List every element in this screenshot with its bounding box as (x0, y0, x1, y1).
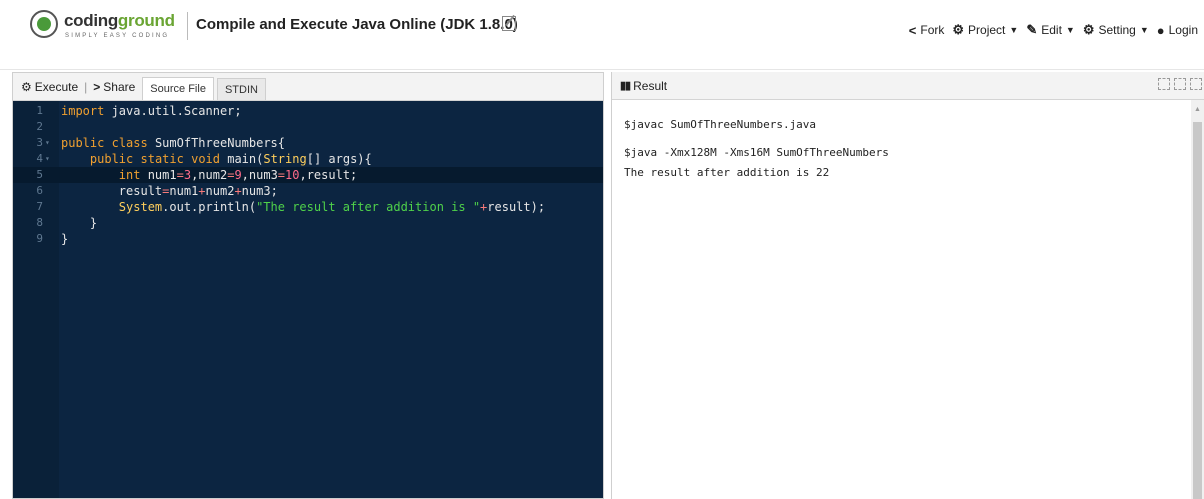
code-line[interactable]: 8 } (13, 215, 603, 231)
setting-menu-item[interactable]: ⚙ Setting ▼ (1083, 22, 1149, 38)
chevron-down-icon: ▼ (1139, 25, 1149, 35)
user-icon: ● (1156, 22, 1165, 38)
line-number: 9 (36, 232, 43, 245)
code-text: public class SumOfThreeNumbers{ (61, 136, 285, 150)
line-number: 4 (36, 152, 43, 165)
line-number: 5 (36, 168, 43, 181)
edit-icon: ✎ (1026, 22, 1038, 37)
code-text: } (61, 216, 98, 230)
execute-label: Execute (34, 80, 79, 94)
line-number: 3 (36, 136, 43, 149)
gear-icon: ⚙ (1082, 22, 1095, 37)
result-panel: ▮▮ Result $javac SumOfThreeNumbers.java … (611, 72, 1204, 499)
toolbar-separator: | (84, 80, 88, 94)
sitemap-icon: ⚙ (952, 22, 965, 37)
login-menu-item[interactable]: ● Login (1157, 23, 1198, 38)
result-output: $javac SumOfThreeNumbers.java $java -Xmx… (612, 100, 1192, 499)
logo-tagline: SIMPLY EASY CODING (65, 33, 170, 39)
bar-chart-icon: ▮▮ (620, 80, 631, 92)
result-title: Result (633, 78, 668, 93)
tab-stdin[interactable]: STDIN (216, 78, 266, 100)
scrollbar-thumb[interactable] (1193, 122, 1202, 499)
logo-wordmark: codingground (64, 11, 175, 30)
gears-icon: ⚙ (21, 80, 32, 94)
header-divider (187, 12, 188, 40)
result-header: ▮▮ Result (612, 72, 1204, 100)
fold-arrow-icon[interactable]: ▾ (45, 135, 50, 151)
panel-controls (1158, 78, 1202, 90)
maximize-icon[interactable] (1190, 78, 1202, 90)
fork-icon: < (908, 22, 917, 38)
code-line[interactable]: 2 (13, 119, 603, 135)
code-text: public static void main(String[] args){ (89, 152, 372, 166)
scroll-up-icon[interactable]: ▲ (1194, 106, 1201, 113)
line-number: 8 (36, 216, 43, 229)
tab-source-file[interactable]: Source File (142, 77, 214, 100)
line-number: 6 (36, 184, 43, 197)
code-text: int num1=3,num2=9,num3=10,result; (118, 168, 358, 182)
share-icon: > (93, 80, 101, 94)
code-text: result=num1+num2+num3; (61, 184, 278, 198)
line-number: 7 (36, 200, 43, 213)
chevron-down-icon: ▼ (1009, 25, 1019, 35)
code-text: } (61, 232, 69, 246)
project-label: Project (968, 23, 1006, 37)
code-line-active[interactable]: 5 int num1=3,num2=9,num3=10,result; (13, 167, 603, 183)
restore-icon[interactable] (1174, 78, 1186, 90)
output-line: The result after addition is 22 (624, 166, 830, 179)
login-label: Login (1168, 23, 1198, 37)
code-line[interactable]: 3 ▾ public class SumOfThreeNumbers{ (13, 135, 603, 151)
codingground-logo[interactable]: codingground SIMPLY EASY CODING (30, 10, 180, 46)
code-line[interactable]: 1 import java.util.Scanner; (13, 103, 603, 119)
line-number: 1 (36, 104, 43, 117)
editor-toolbar: ⚙ Execute | > Share Source File STDIN (13, 73, 603, 101)
logo-badge-icon (30, 10, 58, 38)
edit-menu-item[interactable]: ✎ Edit ▼ (1026, 22, 1075, 38)
output-line: $java -Xmx128M -Xms16M SumOfThreeNumbers (624, 146, 889, 159)
page-title: Compile and Execute Java Online (JDK 1.8… (196, 16, 518, 33)
share-button[interactable]: > Share (89, 74, 139, 100)
fold-arrow-icon[interactable]: ▾ (45, 151, 50, 167)
edit-title-icon[interactable] (502, 16, 516, 31)
execute-button[interactable]: ⚙ Execute (17, 74, 82, 100)
setting-label: Setting (1098, 23, 1136, 37)
code-text: import java.util.Scanner; (61, 104, 242, 118)
code-line[interactable]: 4 ▾ public static void main(String[] arg… (13, 151, 603, 167)
result-scrollbar[interactable]: ▲ (1191, 100, 1204, 499)
fork-label: Fork (920, 23, 945, 37)
code-line[interactable]: 6 result=num1+num2+num3; (13, 183, 603, 199)
output-line: $javac SumOfThreeNumbers.java (624, 118, 817, 131)
fork-menu-item[interactable]: < Fork (909, 23, 945, 38)
project-menu-item[interactable]: ⚙ Project ▼ (952, 22, 1018, 38)
collapse-icon[interactable] (1158, 78, 1170, 90)
editor-panel: ⚙ Execute | > Share Source File STDIN 1 … (12, 72, 604, 499)
edit-label: Edit (1041, 23, 1062, 37)
line-number: 2 (36, 120, 43, 133)
code-line[interactable]: 7 System.out.println("The result after a… (13, 199, 603, 215)
top-menu: < Fork ⚙ Project ▼ ✎ Edit ▼ ⚙ Setting ▼ … (909, 22, 1198, 38)
top-bar: codingground SIMPLY EASY CODING Compile … (0, 0, 1204, 70)
chevron-down-icon: ▼ (1065, 25, 1075, 35)
code-text: System.out.println("The result after add… (118, 200, 546, 214)
code-line[interactable]: 9 } (13, 231, 603, 247)
code-editor[interactable]: 1 import java.util.Scanner; 2 3 ▾ public… (13, 101, 603, 498)
share-label: Share (103, 80, 136, 94)
